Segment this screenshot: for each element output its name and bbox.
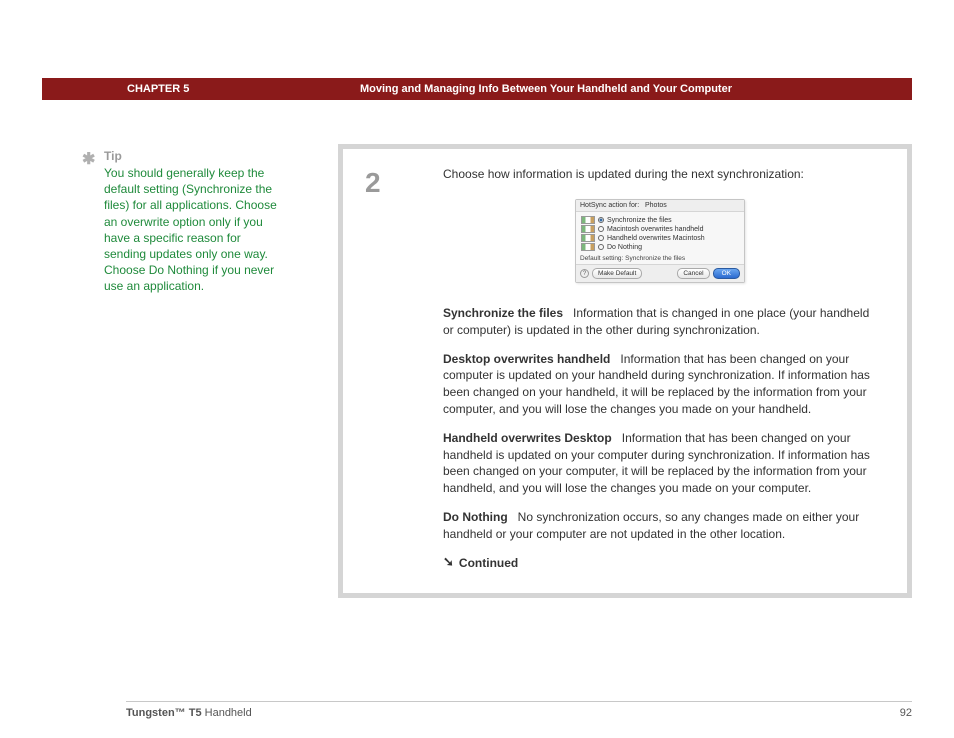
chapter-title: Moving and Managing Info Between Your Ha… bbox=[360, 83, 732, 95]
definition-desktop: Desktop overwrites handheld Information … bbox=[443, 351, 877, 418]
radio-icon bbox=[598, 244, 604, 250]
hotsync-dialog: HotSync action for: Photos Synchronize t… bbox=[575, 199, 745, 283]
tip-heading: Tip bbox=[104, 149, 279, 163]
dialog-default-setting: Default setting: Synchronize the files bbox=[576, 255, 744, 264]
step-number: 2 bbox=[365, 167, 381, 199]
dialog-option-row[interactable]: Synchronize the files bbox=[581, 216, 739, 224]
sync-direction-icon bbox=[581, 216, 595, 224]
definition-term: Do Nothing bbox=[443, 510, 508, 524]
tip-body-text: You should generally keep the default se… bbox=[104, 165, 279, 295]
asterisk-icon: ✱ bbox=[82, 149, 95, 169]
chapter-header-bar: CHAPTER 5 Moving and Managing Info Betwe… bbox=[42, 78, 912, 100]
dialog-option-label: Handheld overwrites Macintosh bbox=[607, 235, 705, 242]
ok-button[interactable]: OK bbox=[713, 268, 740, 279]
dialog-option-label: Macintosh overwrites handheld bbox=[607, 226, 704, 233]
help-icon[interactable]: ? bbox=[580, 269, 589, 278]
dialog-option-row[interactable]: Do Nothing bbox=[581, 243, 739, 251]
sync-direction-icon bbox=[581, 234, 595, 242]
continued-arrow-icon: ➘ bbox=[443, 554, 454, 570]
page-number: 92 bbox=[900, 707, 912, 719]
definition-term: Desktop overwrites handheld bbox=[443, 352, 610, 366]
product-name-rest: Handheld bbox=[202, 707, 252, 719]
dialog-option-label: Synchronize the files bbox=[607, 217, 672, 224]
dialog-header-prefix: HotSync action for: bbox=[580, 202, 639, 209]
sync-direction-icon bbox=[581, 225, 595, 233]
definition-term: Synchronize the files bbox=[443, 306, 563, 320]
cancel-button[interactable]: Cancel bbox=[677, 268, 709, 279]
step-lead-text: Choose how information is updated during… bbox=[443, 167, 877, 181]
dialog-option-row[interactable]: Handheld overwrites Macintosh bbox=[581, 234, 739, 242]
definition-nothing: Do Nothing No synchronization occurs, so… bbox=[443, 509, 877, 543]
tip-sidebar: ✱ Tip You should generally keep the defa… bbox=[104, 149, 279, 295]
page-footer: Tungsten™ T5 Handheld 92 bbox=[126, 707, 912, 719]
step-content-box: 2 Choose how information is updated duri… bbox=[338, 144, 912, 598]
product-name-bold: Tungsten™ T5 bbox=[126, 707, 202, 719]
dialog-header-app: Photos bbox=[645, 202, 667, 209]
radio-icon bbox=[598, 226, 604, 232]
dialog-option-row[interactable]: Macintosh overwrites handheld bbox=[581, 225, 739, 233]
definition-term: Handheld overwrites Desktop bbox=[443, 431, 612, 445]
dialog-option-label: Do Nothing bbox=[607, 244, 642, 251]
definition-sync: Synchronize the files Information that i… bbox=[443, 305, 877, 339]
radio-icon bbox=[598, 235, 604, 241]
product-name: Tungsten™ T5 Handheld bbox=[126, 707, 252, 719]
make-default-button[interactable]: Make Default bbox=[592, 268, 642, 279]
continued-label: Continued bbox=[459, 556, 518, 570]
chapter-label: CHAPTER 5 bbox=[127, 83, 189, 95]
dialog-header: HotSync action for: Photos bbox=[576, 200, 744, 212]
continued-marker: ➘ Continued bbox=[443, 555, 877, 571]
sync-direction-icon bbox=[581, 243, 595, 251]
radio-icon bbox=[598, 217, 604, 223]
footer-divider bbox=[126, 701, 912, 702]
definition-handheld: Handheld overwrites Desktop Information … bbox=[443, 430, 877, 497]
